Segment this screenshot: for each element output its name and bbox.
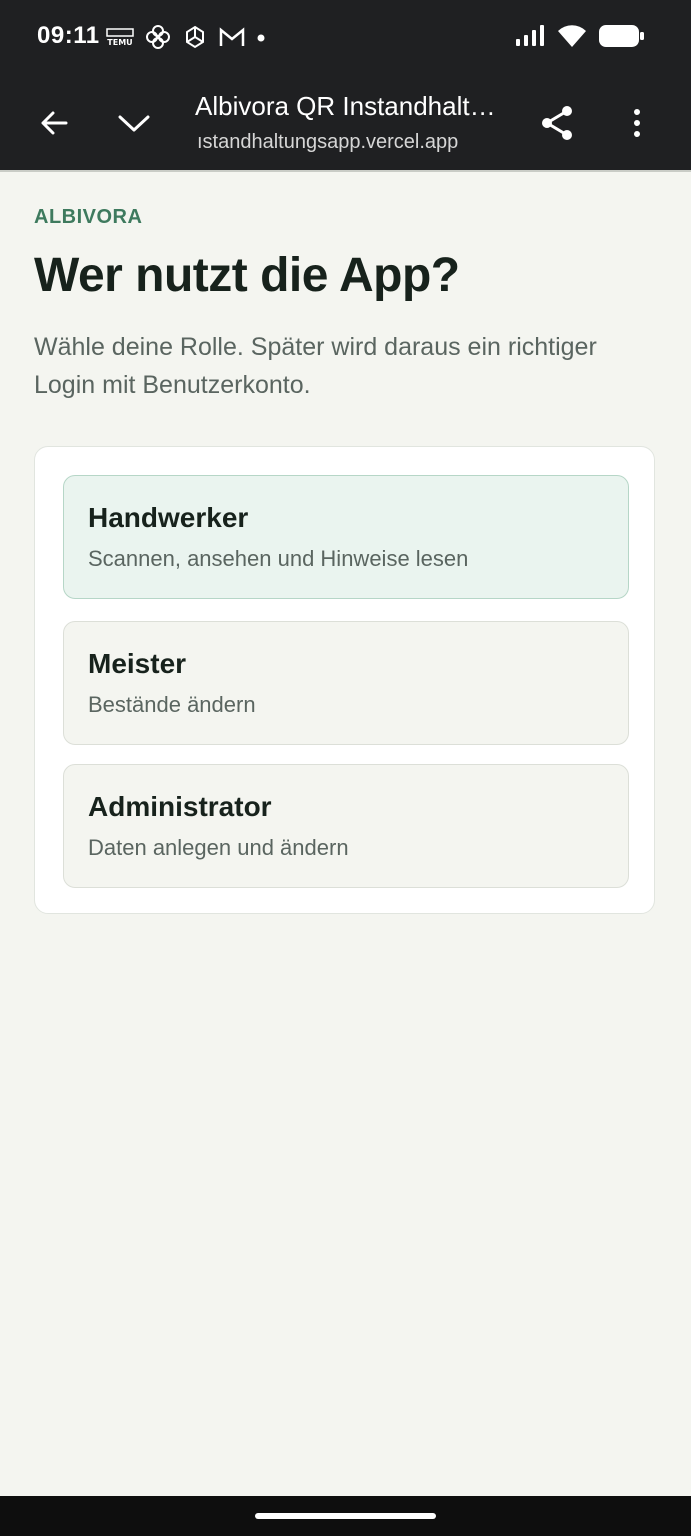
role-selection-card: Handwerker Scannen, ansehen und Hinweise… — [34, 446, 655, 914]
system-icons — [515, 24, 645, 52]
wifi-icon — [557, 24, 587, 53]
page-url[interactable]: ıstandhaltungsapp.vercel.app — [197, 131, 497, 154]
role-option-meister[interactable]: Meister Bestände ändern — [63, 621, 629, 745]
browser-toolbar: Albivora QR Instandhalt… ıstandhaltungsa… — [0, 76, 691, 170]
more-button[interactable] — [605, 76, 669, 170]
dot-icon — [256, 30, 266, 48]
status-bar: 09:11 TEMU — [0, 0, 691, 76]
role-description: Daten anlegen und ändern — [88, 835, 349, 860]
signal-icon — [515, 24, 545, 52]
role-option-handwerker[interactable]: Handwerker Scannen, ansehen und Hinweise… — [63, 475, 629, 599]
notification-icons: TEMU — [106, 24, 266, 54]
toolbar-divider — [0, 170, 691, 172]
role-title: Meister — [88, 648, 187, 679]
system-navigation-bar — [0, 1496, 691, 1536]
share-icon — [542, 106, 572, 140]
page-title: Albivora QR Instandhalt… — [195, 91, 496, 121]
home-gesture-handle[interactable] — [255, 1513, 436, 1519]
more-vert-icon — [634, 109, 640, 137]
gmail-icon — [219, 26, 245, 53]
collapse-button[interactable] — [102, 76, 166, 170]
battery-icon — [599, 24, 645, 53]
share-button[interactable] — [525, 76, 589, 170]
back-button[interactable] — [22, 76, 86, 170]
pinwheel-app-icon — [145, 24, 171, 55]
chatgpt-icon — [182, 24, 208, 55]
chevron-down-icon — [118, 115, 150, 132]
role-description: Bestände ändern — [88, 692, 256, 717]
status-time: 09:11 — [37, 22, 100, 49]
svg-text:TEMU: TEMU — [107, 38, 132, 47]
role-title: Administrator — [88, 791, 272, 822]
intro-text: Wähle deine Rolle. Später wird daraus ei… — [34, 333, 597, 399]
role-description: Scannen, ansehen und Hinweise lesen — [88, 546, 469, 571]
back-arrow-icon — [41, 111, 68, 135]
role-title: Handwerker — [88, 502, 249, 533]
temu-icon: TEMU — [106, 26, 134, 53]
role-option-administrator[interactable]: Administrator Daten anlegen und ändern — [63, 764, 629, 888]
brand-label: ALBIVORA — [34, 206, 143, 228]
page-headline: Wer nutzt die App? — [34, 249, 460, 302]
